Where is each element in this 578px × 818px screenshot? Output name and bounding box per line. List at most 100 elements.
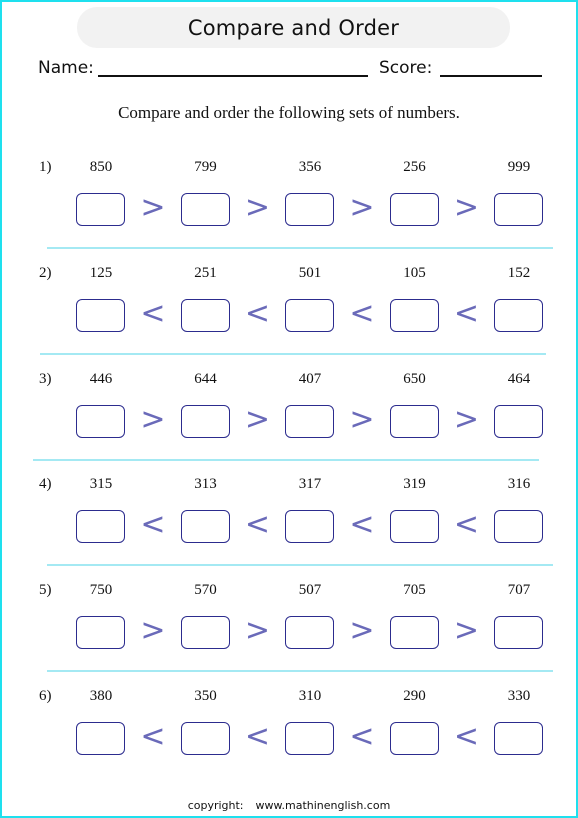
answer-box[interactable] [285, 404, 334, 438]
row-divider [47, 247, 553, 249]
less-than-symbol: < [140, 719, 166, 754]
greater-than-symbol: > [453, 613, 480, 649]
less-than-symbol: < [349, 719, 375, 754]
greater-than-symbol: > [244, 190, 271, 225]
answer-box[interactable] [285, 193, 334, 226]
answer-box[interactable] [285, 298, 334, 332]
answer-box[interactable] [180, 193, 230, 226]
answer-box[interactable] [76, 193, 125, 226]
number-to-order: 644 [194, 370, 217, 387]
answer-box[interactable] [180, 722, 230, 755]
greater-than-symbol: > [349, 613, 375, 649]
greater-than-symbol: > [349, 401, 375, 437]
copyright-site: www.mathinenglish.com [255, 799, 391, 812]
answer-box[interactable] [389, 722, 439, 755]
less-than-symbol: < [349, 295, 375, 331]
number-to-order: 750 [89, 582, 113, 599]
number-to-order: 570 [194, 582, 217, 599]
answer-box[interactable] [285, 616, 334, 650]
answer-box[interactable] [389, 298, 439, 332]
answer-box[interactable] [494, 722, 543, 755]
number-to-order: 799 [194, 159, 217, 175]
greater-than-symbol: > [140, 401, 166, 437]
number-to-order: 251 [194, 264, 217, 281]
number-to-order: 501 [298, 264, 322, 281]
worksheet-page: Compare and Order Name: Score: Compare a… [0, 0, 578, 818]
row-divider [33, 458, 539, 461]
answer-box[interactable] [76, 616, 125, 650]
problem-number: 5) [39, 582, 52, 599]
answer-box[interactable] [76, 404, 125, 438]
answer-box[interactable] [389, 616, 439, 650]
problem-number: 4) [39, 476, 52, 493]
less-than-symbol: < [140, 507, 166, 543]
less-than-symbol: < [244, 295, 271, 331]
row-divider [40, 352, 546, 355]
answer-box[interactable] [494, 193, 543, 226]
less-than-symbol: < [349, 507, 375, 543]
number-to-order: 319 [403, 476, 426, 493]
answer-box[interactable] [285, 510, 334, 544]
less-than-symbol: < [244, 719, 271, 754]
problem-number: 6) [39, 688, 52, 704]
less-than-symbol: < [140, 295, 166, 331]
score-field[interactable] [440, 75, 542, 77]
greater-than-symbol: > [140, 613, 166, 649]
number-to-order: 317 [298, 476, 322, 493]
answer-box[interactable] [494, 510, 543, 544]
number-to-order: 650 [403, 370, 426, 387]
number-to-order: 256 [403, 159, 426, 175]
number-to-order: 152 [507, 264, 531, 281]
worksheet-title: Compare and Order [187, 15, 400, 40]
number-to-order: 310 [298, 688, 322, 704]
copyright: copyright: www.mathinenglish.com [2, 799, 576, 812]
number-to-order: 350 [194, 688, 217, 704]
answer-box[interactable] [389, 404, 439, 438]
problem-number: 1) [39, 159, 52, 175]
answer-box[interactable] [494, 404, 543, 438]
row-divider [47, 670, 553, 673]
number-to-order: 313 [194, 476, 217, 493]
number-to-order: 705 [403, 582, 426, 599]
answer-box[interactable] [389, 510, 439, 544]
less-than-symbol: < [453, 295, 480, 331]
answer-box[interactable] [494, 298, 543, 332]
number-to-order: 290 [403, 688, 426, 704]
number-to-order: 407 [298, 370, 322, 387]
problem-number: 2) [39, 264, 52, 281]
number-to-order: 464 [507, 370, 531, 387]
greater-than-symbol: > [140, 190, 166, 225]
number-to-order: 380 [89, 688, 113, 704]
name-field[interactable] [98, 75, 368, 77]
score-label: Score: [379, 58, 433, 78]
answer-box[interactable] [76, 510, 125, 544]
number-to-order: 356 [298, 159, 322, 175]
number-to-order: 850 [89, 159, 113, 175]
name-label: Name: [38, 58, 94, 78]
instructions: Compare and order the following sets of … [118, 103, 460, 122]
number-to-order: 125 [89, 264, 113, 281]
number-to-order: 105 [403, 264, 426, 281]
row-divider [47, 564, 553, 567]
copyright-label: copyright: [187, 799, 244, 812]
answer-box[interactable] [285, 722, 334, 755]
answer-box[interactable] [180, 404, 230, 438]
greater-than-symbol: > [349, 190, 375, 225]
number-to-order: 330 [507, 688, 531, 704]
number-to-order: 507 [298, 582, 322, 599]
less-than-symbol: < [244, 507, 271, 543]
greater-than-symbol: > [244, 401, 271, 437]
less-than-symbol: < [453, 507, 480, 543]
answer-box[interactable] [76, 298, 125, 332]
answer-box[interactable] [494, 616, 543, 650]
less-than-symbol: < [453, 719, 480, 754]
answer-box[interactable] [76, 722, 125, 755]
answer-box[interactable] [389, 193, 439, 226]
answer-box[interactable] [180, 298, 230, 332]
number-to-order: 316 [507, 476, 531, 493]
greater-than-symbol: > [244, 613, 271, 649]
number-to-order: 315 [89, 476, 113, 493]
answer-box[interactable] [180, 510, 230, 544]
number-to-order: 999 [507, 159, 531, 175]
answer-box[interactable] [180, 616, 230, 650]
